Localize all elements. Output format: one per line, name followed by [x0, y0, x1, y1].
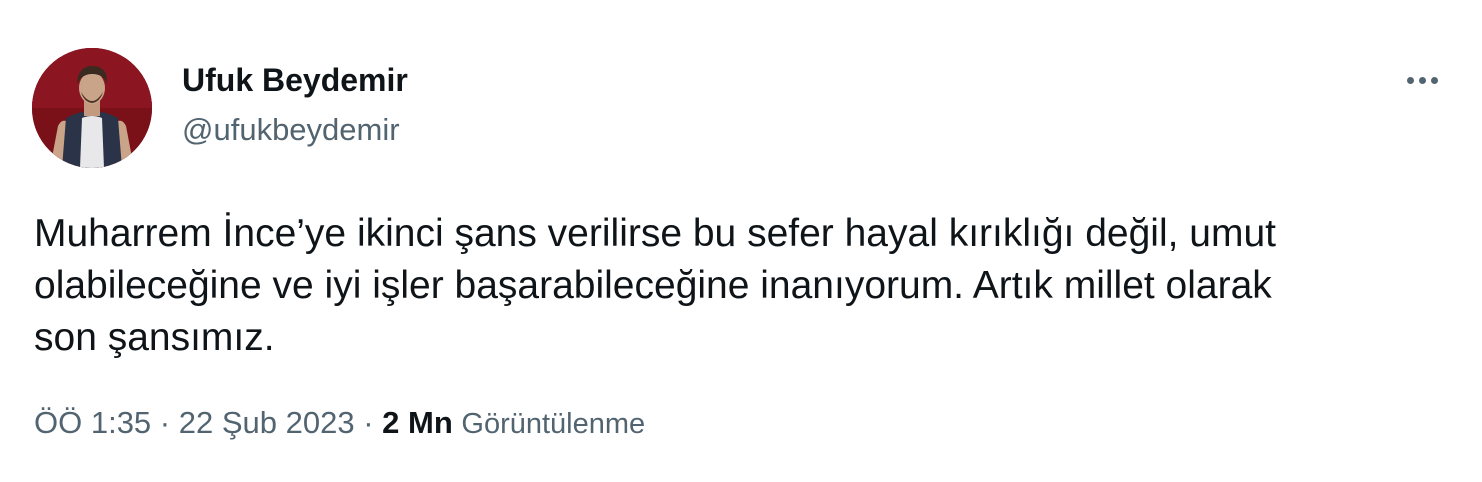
tweet-text-line: son şansımız. — [34, 316, 275, 359]
views-link[interactable]: 2 Mn Görüntülenme — [382, 405, 645, 440]
profile-photo-icon — [32, 48, 152, 168]
tweet-card: Ufuk Beydemir @ufukbeydemir Muharrem İnc… — [0, 0, 1482, 482]
author-handle[interactable]: @ufukbeydemir — [182, 108, 400, 152]
meta-separator: · — [151, 405, 179, 440]
tweet-text-line: Muharrem İnce’ye ikinci şans verilirse b… — [34, 212, 1276, 255]
tweet-date: 22 Şub 2023 — [178, 405, 355, 440]
author-display-name[interactable]: Ufuk Beydemir — [182, 58, 408, 102]
more-horizontal-icon — [1406, 76, 1438, 84]
more-options-button[interactable] — [1396, 58, 1448, 102]
tweet-metadata: ÖÖ 1:35 · 22 Şub 2023 · 2 Mn Görüntülenm… — [34, 398, 645, 449]
views-label: Görüntülenme — [461, 408, 646, 440]
author-avatar[interactable] — [32, 48, 152, 168]
tweet-text-line: olabileceğine ve iyi işler başarabileceğ… — [34, 264, 1272, 307]
tweet-text: Muharrem İnce’ye ikinci şans verilirse b… — [34, 208, 1454, 364]
tweet-time: ÖÖ 1:35 — [34, 405, 152, 440]
views-count: 2 Mn — [382, 405, 453, 440]
meta-separator: · — [354, 405, 383, 440]
tweet-timestamp-link[interactable]: ÖÖ 1:35 · 22 Şub 2023 — [34, 405, 355, 440]
